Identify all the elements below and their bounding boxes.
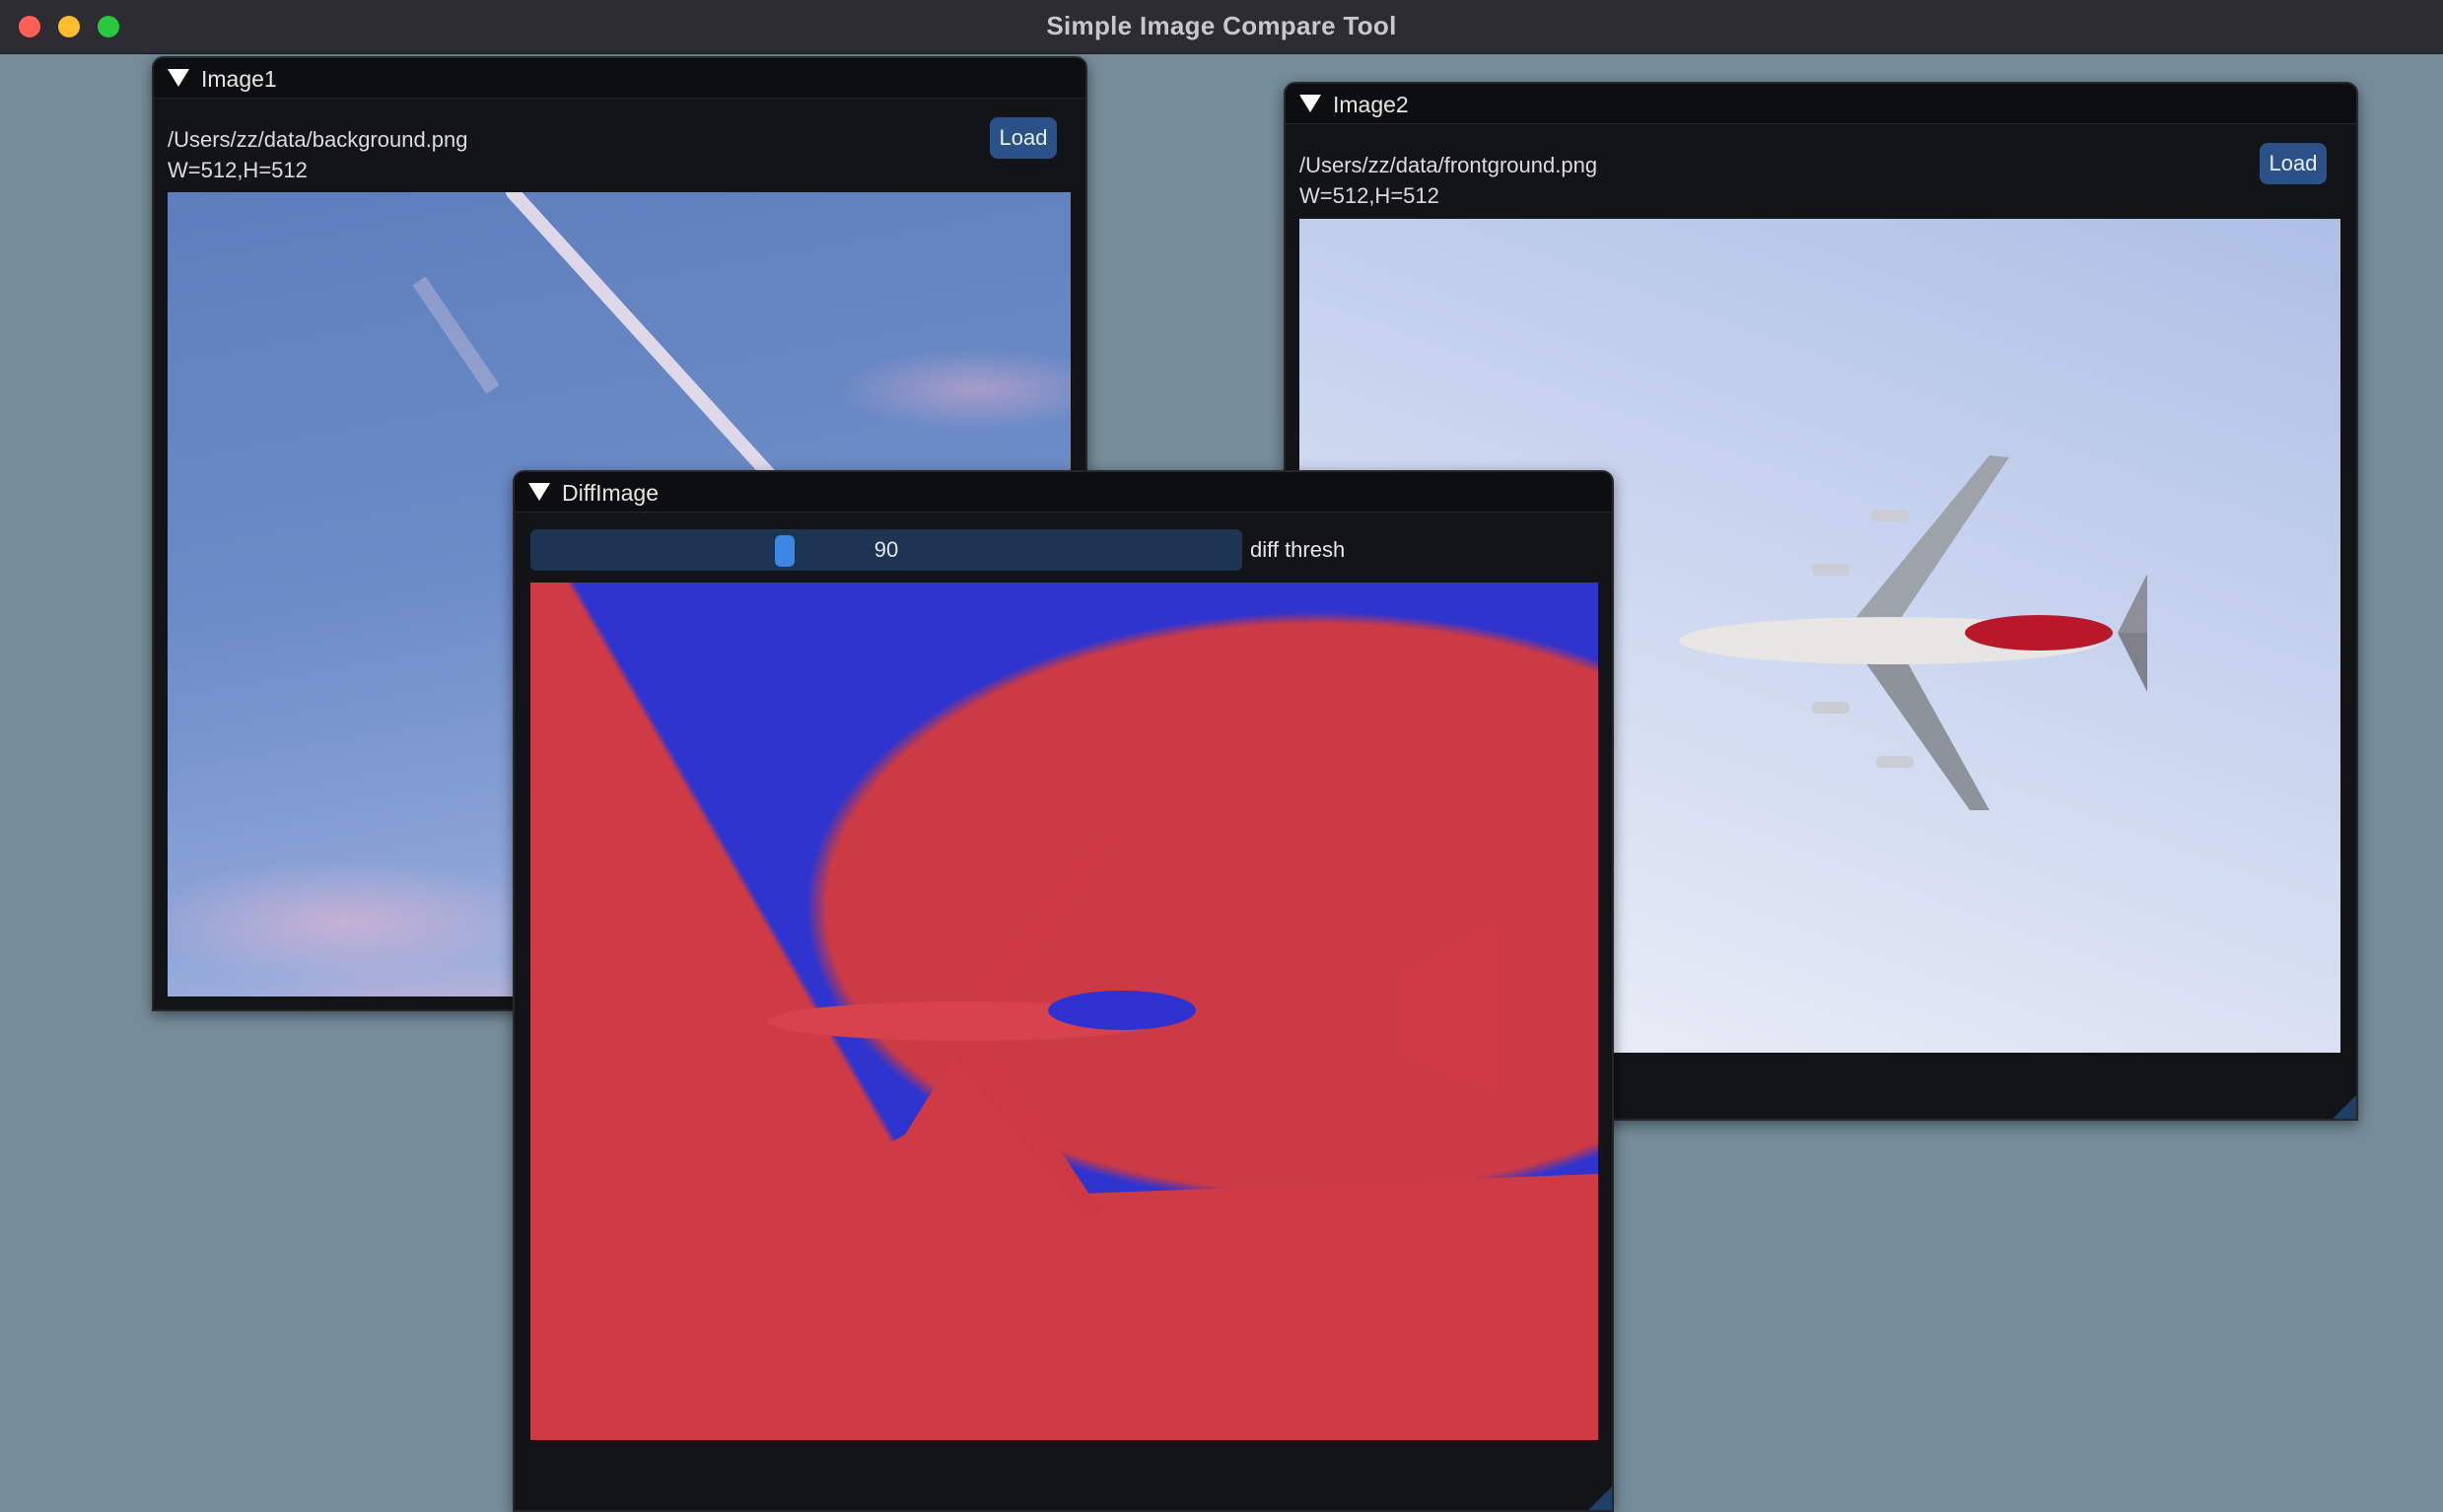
- app-title: Simple Image Compare Tool: [1046, 11, 1397, 40]
- image2-load-button[interactable]: Load: [2260, 143, 2327, 184]
- diff-window[interactable]: DiffImage 90 diff thresh: [513, 470, 1614, 1512]
- diff-window-title: DiffImage: [562, 480, 660, 506]
- title-bar: Simple Image Compare Tool: [0, 0, 2443, 54]
- diff-airplane-graphic: [530, 829, 1598, 1440]
- image2-size: W=512,H=512: [1299, 183, 1439, 208]
- image2-window-titlebar[interactable]: Image2: [1286, 84, 2356, 124]
- image1-window-titlebar[interactable]: Image1: [154, 58, 1085, 99]
- image1-window-title: Image1: [201, 66, 277, 92]
- diff-thresh-slider[interactable]: 90: [530, 529, 1242, 571]
- diff-thresh-label: diff thresh: [1250, 537, 1346, 562]
- diff-window-titlebar[interactable]: DiffImage: [515, 472, 1612, 513]
- image2-window-title: Image2: [1333, 92, 1409, 117]
- collapse-triangle-icon[interactable]: [528, 483, 550, 501]
- diff-resize-grip[interactable]: [1588, 1486, 1612, 1510]
- collapse-triangle-icon[interactable]: [168, 69, 189, 87]
- image2-path: /Users/zz/data/frontground.png: [1299, 153, 1598, 177]
- diff-preview: [530, 583, 1598, 1440]
- image1-load-button[interactable]: Load: [990, 117, 1057, 159]
- image1-path: /Users/zz/data/background.png: [168, 127, 468, 152]
- collapse-triangle-icon[interactable]: [1299, 95, 1321, 112]
- image2-resize-grip[interactable]: [2333, 1095, 2356, 1119]
- image1-size: W=512,H=512: [168, 158, 308, 182]
- app-canvas: Image1 /Users/zz/data/background.png W=5…: [0, 54, 2443, 1512]
- slider-value: 90: [873, 537, 899, 562]
